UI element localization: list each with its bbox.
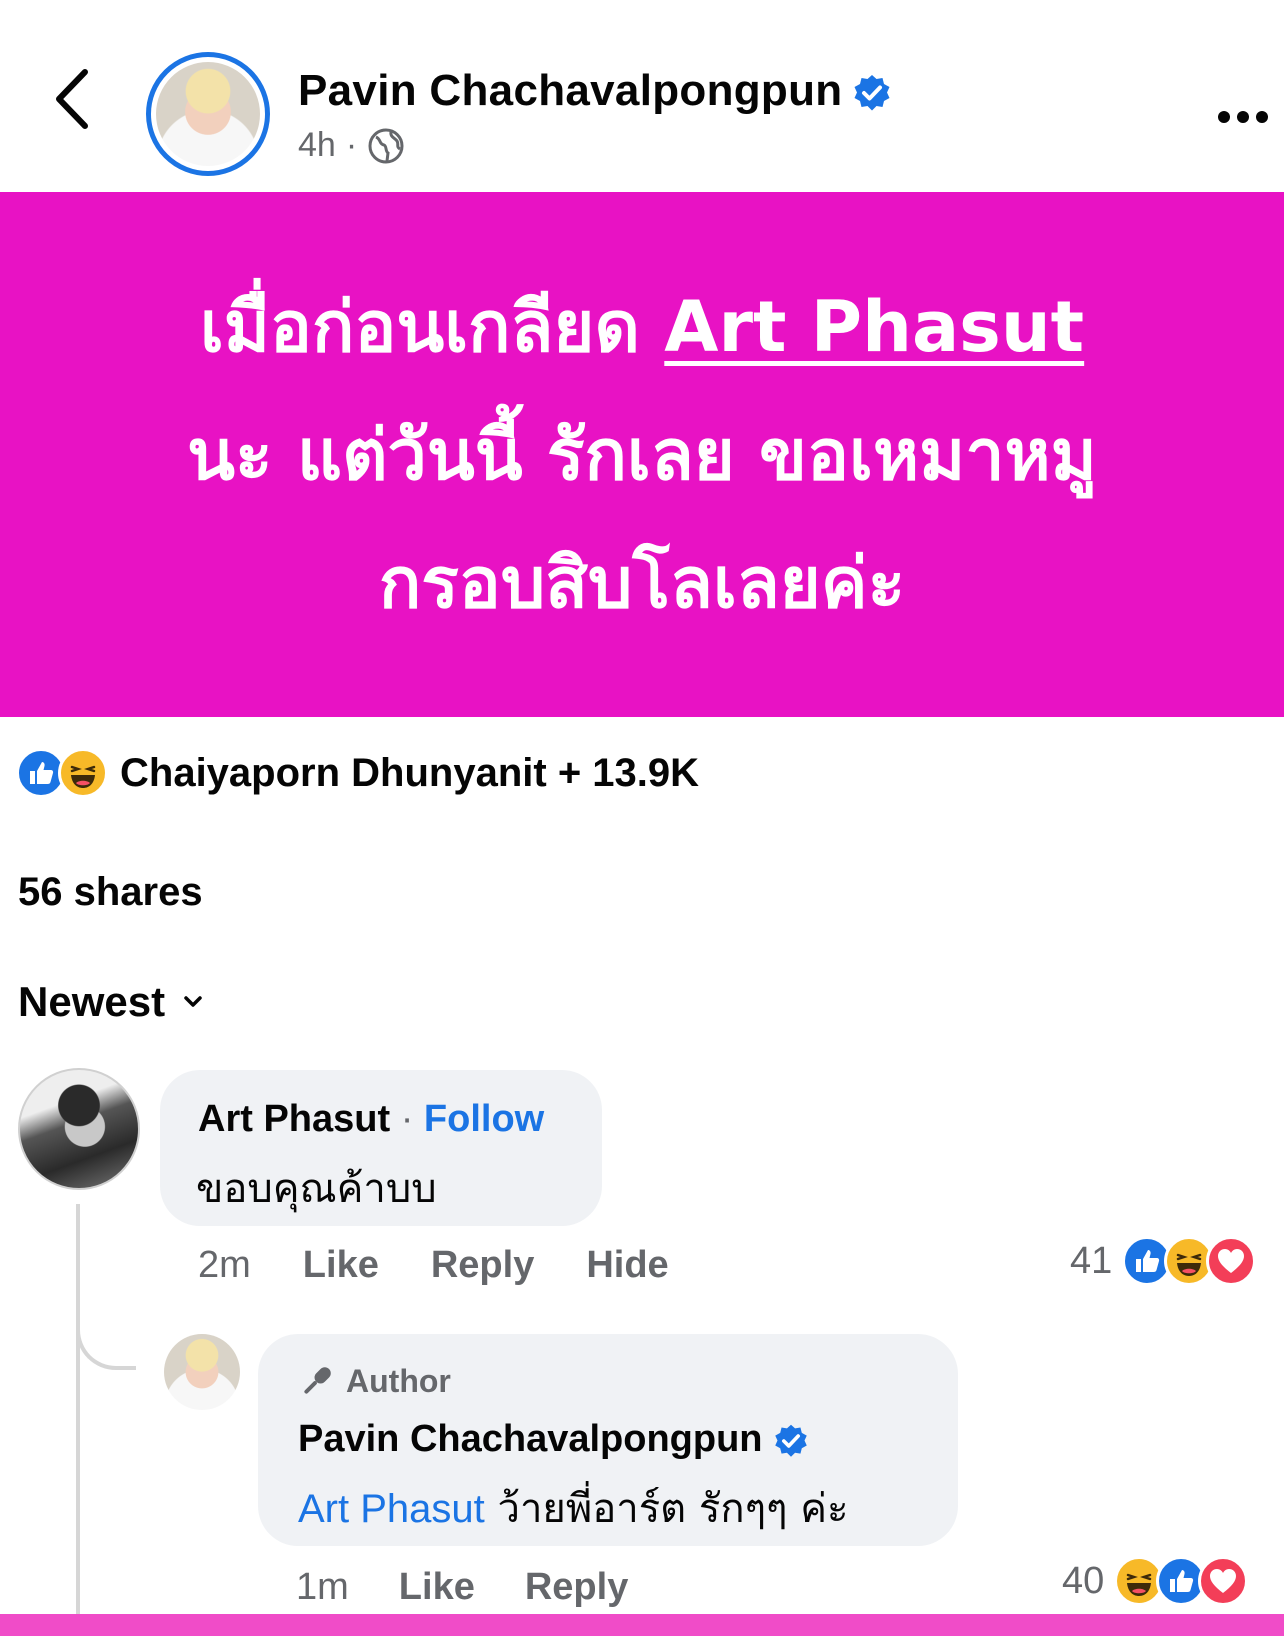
comment-actions: 2m Like Reply Hide (198, 1244, 669, 1287)
post-image-line-1: เมื่อก่อนเกลียด Art Phasut (200, 263, 1084, 391)
haha-icon (58, 748, 108, 798)
bottom-background-band (0, 1614, 1284, 1636)
back-button[interactable] (46, 64, 96, 134)
sort-label: Newest (18, 978, 166, 1025)
reactions-summary[interactable]: Chaiyaporn Dhunyanit + 13.9K (120, 751, 699, 796)
microphone-icon (304, 1367, 331, 1394)
post-reactions[interactable]: Chaiyaporn Dhunyanit + 13.9K (16, 748, 699, 798)
chevron-down-icon (184, 996, 202, 1007)
author-avatar[interactable] (146, 52, 270, 176)
post-author-name-text: Pavin Chachavalpongpun (298, 66, 843, 115)
reaction-count: 41 (1070, 1239, 1113, 1282)
post-image-line-2: นะ แต่วันนี้ รักเลย ขอเหมาหมู (187, 391, 1097, 519)
like-button[interactable]: Like (399, 1566, 475, 1609)
more-options-button[interactable] (1218, 102, 1278, 132)
reply-body: ว้ายพี่อาร์ต รักๆๆ ค่ะ (484, 1486, 849, 1532)
post-image-text: เมื่อก่อนเกลียด (199, 285, 665, 368)
reply-reactions[interactable]: 40 (1062, 1556, 1249, 1606)
author-reply-avatar[interactable] (164, 1334, 240, 1410)
post-time[interactable]: 4h (298, 126, 336, 165)
comment-text: ขอบคุณค้าบบ (196, 1166, 437, 1212)
post-image-underlined-name: Art Phasut (664, 285, 1085, 368)
reply-actions: 1m Like Reply (296, 1566, 628, 1609)
post-image-text: นะ แต่วันนี้ รักเลย ขอเหมาหมู (187, 413, 1097, 496)
post-author-name[interactable]: Pavin Chachavalpongpun (298, 66, 892, 116)
more-dot-icon (1237, 111, 1249, 123)
reaction-count: 40 (1062, 1559, 1105, 1602)
commenter-avatar[interactable] (18, 1068, 140, 1190)
more-dot-icon (1218, 111, 1230, 123)
author-badge-label: Author (346, 1362, 451, 1399)
chevron-left-icon (56, 69, 88, 129)
name-separator: · (400, 1098, 414, 1140)
author-badge: Author (298, 1362, 451, 1400)
commenter-name-row: Art Phasut · Follow (198, 1098, 544, 1141)
post-card: Pavin Chachavalpongpun 4h · เมื่อก่อนเกล… (0, 0, 1284, 1614)
reply-button[interactable]: Reply (525, 1566, 628, 1609)
love-icon (1206, 1236, 1257, 1286)
author-avatar-image (156, 62, 260, 166)
reply-text: Art Phasut ว้ายพี่อาร์ต รักๆๆ ค่ะ (298, 1476, 849, 1540)
comment-reactions[interactable]: 41 (1070, 1236, 1257, 1286)
like-button[interactable]: Like (303, 1244, 379, 1287)
thread-line (76, 1204, 80, 1614)
love-icon (1198, 1556, 1249, 1606)
mention-link[interactable]: Art Phasut (298, 1487, 485, 1531)
post-meta: 4h · (298, 126, 405, 165)
more-dot-icon (1256, 111, 1268, 123)
post-image-text: กรอบสิบโลเลยค่ะ (378, 541, 906, 624)
reply-button[interactable]: Reply (431, 1244, 534, 1287)
verified-badge-icon (774, 1424, 807, 1457)
verified-badge-icon (854, 75, 890, 111)
thread-connector (76, 1290, 136, 1370)
meta-separator: · (345, 126, 358, 164)
reply-time[interactable]: 1m (296, 1566, 349, 1609)
reply-author-name-row: Pavin Chachavalpongpun (298, 1418, 809, 1461)
follow-button[interactable]: Follow (424, 1098, 544, 1140)
globe-icon (368, 128, 404, 163)
hide-button[interactable]: Hide (586, 1244, 668, 1287)
comment-time[interactable]: 2m (198, 1244, 251, 1287)
shares-count[interactable]: 56 shares (18, 870, 203, 915)
comment-sort-dropdown[interactable]: Newest (18, 978, 203, 1026)
post-image-line-3: กรอบสิบโลเลยค่ะ (379, 519, 905, 647)
commenter-name[interactable]: Art Phasut (198, 1098, 390, 1140)
post-image[interactable]: เมื่อก่อนเกลียด Art Phasut นะ แต่วันนี้ … (0, 192, 1284, 717)
reply-author-name[interactable]: Pavin Chachavalpongpun (298, 1418, 763, 1460)
